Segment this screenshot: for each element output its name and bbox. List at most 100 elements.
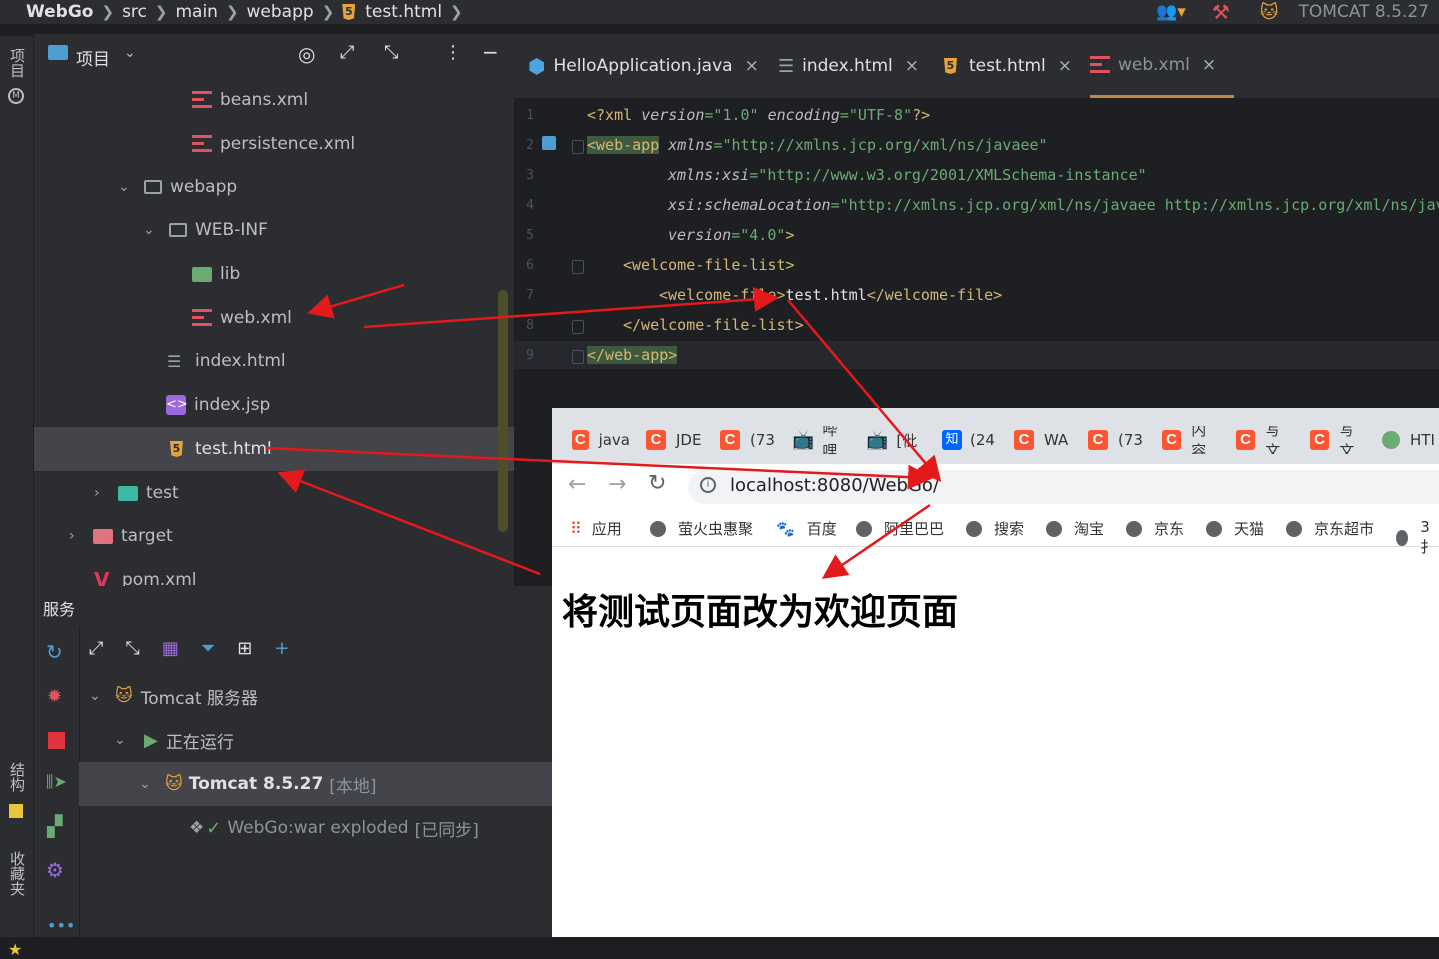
minimize-icon[interactable]: − [482, 40, 499, 64]
browser-tab[interactable]: C (73 [1088, 426, 1146, 454]
more-options-icon[interactable]: ⋮ [444, 42, 462, 63]
breadcrumb-file[interactable]: test.html [365, 2, 442, 22]
browser-tab[interactable]: C 写文 [1310, 426, 1368, 454]
xml-value: ="4.0" [731, 226, 786, 244]
tab-index-html[interactable]: ☰ index.html × [778, 34, 919, 98]
service-artifact[interactable]: ❖ ✓ WebGo:war exploded [已同步] [79, 806, 552, 850]
tree-item-beans-xml[interactable]: beans.xml [34, 78, 514, 122]
chevron-down-icon[interactable]: ⌄ [89, 688, 103, 704]
service-running-group[interactable]: ⌄ ▶ 正在运行 [79, 718, 552, 762]
browser-tab[interactable]: 📺 哔哩 [792, 426, 850, 454]
target-icon[interactable]: ◎ [298, 42, 315, 66]
breadcrumb-main[interactable]: main [175, 2, 217, 22]
browser-tab[interactable]: 📺 [仳 [866, 426, 924, 454]
close-icon[interactable]: × [745, 56, 759, 76]
chevron-down-icon[interactable]: ⌄ [124, 45, 136, 61]
service-tomcat-instance[interactable]: ⌄ 🐱 Tomcat 8.5.27 [本地] [79, 762, 552, 806]
fold-marker[interactable] [572, 140, 584, 154]
tree-item-web-inf[interactable]: ⌄ WEB-INF [34, 208, 514, 252]
xml-attr: xsi:schemaLocation [668, 196, 831, 214]
forward-icon[interactable]: → [608, 472, 626, 497]
run-config-selector[interactable]: TOMCAT 8.5.27 [1299, 2, 1429, 22]
close-icon[interactable]: × [905, 56, 919, 76]
more-icon[interactable]: ••• [47, 916, 75, 935]
browser-tab[interactable]: C 内容 [1162, 426, 1220, 454]
group-icon[interactable]: ▦ [162, 638, 179, 659]
artifact-icon[interactable]: ▞ [47, 814, 62, 838]
favorites-tool-label[interactable]: 收藏夹 [7, 851, 28, 896]
back-icon[interactable]: ← [568, 472, 586, 497]
project-tool-label[interactable]: 项目 [7, 48, 28, 78]
fold-marker[interactable] [572, 350, 584, 364]
url-bar[interactable]: i localhost:8080/WebGo/ [688, 470, 1439, 504]
new-tab-icon[interactable]: ⊞ [237, 638, 252, 659]
tab-web-xml[interactable]: web.xml × [1090, 34, 1235, 98]
project-panel-title[interactable]: 项目 [76, 45, 110, 70]
filter-icon[interactable]: ⏷ [201, 638, 215, 659]
service-suffix: [已同步] [414, 820, 479, 841]
bookmark-item[interactable]: ⠿ 应用 [570, 518, 622, 539]
stop-icon[interactable] [48, 732, 65, 749]
service-tomcat-servers[interactable]: ⌄ 🐱 Tomcat 服务器 [79, 674, 552, 718]
bookmark-item[interactable]: 萤火虫惠聚 [650, 518, 753, 539]
bookmark-item[interactable]: 3扌 [1396, 518, 1439, 557]
users-icon[interactable]: 👥▾ [1156, 2, 1186, 22]
browser-tab[interactable]: C (73 [720, 426, 778, 454]
close-icon[interactable]: × [1058, 56, 1072, 76]
tree-item-lib[interactable]: lib [34, 252, 514, 296]
tree-item-index-jsp[interactable]: <> index.jsp [34, 383, 514, 427]
structure-tool-label[interactable]: 结构 [7, 762, 28, 792]
tree-item-test[interactable]: › test [34, 471, 514, 515]
collapse-icon[interactable]: ⤡ [384, 42, 398, 63]
bookmark-item[interactable]: 京东超市 [1286, 518, 1374, 539]
bookmark-item[interactable]: 搜索 [966, 518, 1024, 539]
breadcrumb-project[interactable]: WebGo [26, 2, 93, 22]
chevron-right-icon[interactable]: › [94, 485, 108, 501]
tab-hello-application[interactable]: ⬢ HelloApplication.java × [528, 34, 759, 98]
tree-item-target[interactable]: › target [34, 514, 514, 558]
expand-icon[interactable]: ⤢ [340, 42, 354, 63]
chevron-right-icon[interactable]: › [69, 528, 83, 544]
chevron-down-icon[interactable]: ⌄ [114, 732, 128, 748]
chevron-down-icon[interactable]: ⌄ [139, 776, 153, 792]
browser-tab[interactable]: HTI [1382, 426, 1439, 454]
xml-attr: xmlns:xsi [668, 166, 750, 184]
bookmark-item[interactable]: 淘宝 [1046, 518, 1104, 539]
browser-tab[interactable]: Cjava [572, 426, 630, 454]
deploy-icon[interactable]: ⫼➤ [46, 772, 67, 792]
bookmark-item[interactable]: 阿里巴巴 [856, 518, 944, 539]
chevron-down-icon[interactable]: ⌄ [143, 222, 157, 238]
close-icon[interactable]: × [1202, 55, 1216, 75]
bookmark-item[interactable]: 天猫 [1206, 518, 1264, 539]
breadcrumb-src[interactable]: src [122, 2, 147, 22]
collapse-icon[interactable]: ⤡ [125, 638, 139, 659]
fold-marker[interactable] [572, 320, 584, 334]
browser-tab[interactable]: C 写文 [1236, 426, 1294, 454]
bookmark-item[interactable]: 京东 [1126, 518, 1184, 539]
tree-item-webapp[interactable]: ⌄ webapp [34, 165, 514, 209]
tree-item-label: lib [220, 264, 241, 284]
tree-item-persistence-xml[interactable]: persistence.xml [34, 122, 514, 166]
tree-item-pom-xml[interactable]: V pom.xml [34, 558, 514, 586]
add-icon[interactable]: + [274, 638, 289, 659]
chevron-down-icon[interactable]: ⌄ [118, 179, 132, 195]
expand-icon[interactable]: ⤢ [89, 638, 103, 659]
tree-item-web-xml[interactable]: web.xml [34, 296, 514, 340]
settings-icon[interactable]: ⚙ [46, 858, 64, 882]
build-hammer-icon[interactable]: ⚒ [1212, 0, 1230, 24]
breadcrumb: WebGo ❯ src ❯ main ❯ webapp ❯ 5 test.htm… [0, 0, 471, 24]
project-scrollbar[interactable] [498, 290, 508, 532]
reload-icon[interactable]: ↻ [648, 471, 666, 496]
tree-item-test-html[interactable]: 5 test.html [34, 427, 514, 471]
browser-tab[interactable]: 知 (24 [942, 426, 1000, 454]
tab-test-html[interactable]: 5 test.html × [944, 34, 1072, 98]
breadcrumb-webapp[interactable]: webapp [247, 2, 314, 22]
chevron-right-icon: ❯ [154, 3, 168, 21]
tree-item-index-html[interactable]: ☰ index.html [34, 339, 514, 383]
browser-tab[interactable]: C WA [1014, 426, 1072, 454]
refresh-icon[interactable]: ↻ [46, 640, 63, 664]
bookmark-item[interactable]: 🐾 百度 [776, 518, 837, 539]
debug-icon[interactable]: ✹ [47, 686, 62, 707]
browser-tab[interactable]: C JDE [646, 426, 704, 454]
fold-marker[interactable] [572, 260, 584, 274]
